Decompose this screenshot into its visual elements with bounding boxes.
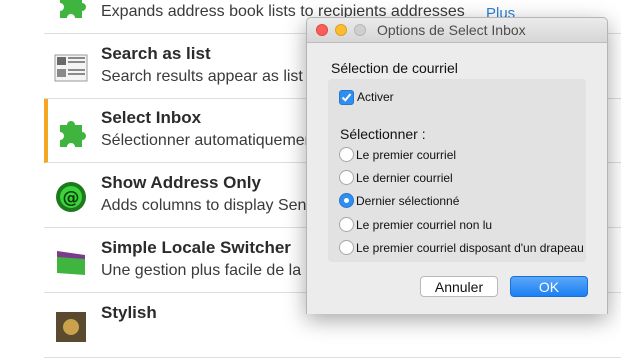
addon-name: Select Inbox bbox=[101, 108, 202, 127]
green-globe-icon: @ bbox=[54, 180, 88, 214]
list-view-icon bbox=[54, 51, 88, 85]
addon-description: Sélectionner automatiquement bbox=[101, 132, 319, 149]
radio-first-flagged[interactable] bbox=[339, 240, 354, 255]
stylish-icon bbox=[54, 310, 88, 344]
addon-name: Simple Locale Switcher bbox=[101, 238, 291, 257]
radio-last-selected[interactable] bbox=[339, 193, 354, 208]
addon-name: Search as list bbox=[101, 44, 211, 63]
radio-first-unread[interactable] bbox=[339, 217, 354, 232]
options-dialog: Options de Select Inbox Sélection de cou… bbox=[306, 17, 608, 314]
activate-label: Activer bbox=[357, 90, 394, 104]
group-label: Sélection de courriel bbox=[331, 60, 458, 76]
dialog-titlebar[interactable]: Options de Select Inbox bbox=[307, 18, 607, 43]
checkmark-icon bbox=[341, 93, 352, 102]
activate-checkbox[interactable] bbox=[339, 90, 354, 105]
radio-last-email[interactable] bbox=[339, 170, 354, 185]
radio-label: Le premier courriel bbox=[356, 148, 457, 162]
addon-name: Show Address Only bbox=[101, 173, 261, 192]
radio-label: Dernier sélectionné bbox=[356, 194, 460, 208]
dialog-title: Options de Select Inbox bbox=[377, 22, 526, 38]
ok-button[interactable]: OK bbox=[510, 276, 588, 297]
cancel-button[interactable]: Annuler bbox=[420, 276, 498, 297]
radio-label: Le premier courriel disposant d'un drape… bbox=[356, 241, 584, 255]
locale-flag-icon bbox=[54, 245, 88, 279]
svg-text:@: @ bbox=[63, 188, 80, 208]
radio-label: Le premier courriel non lu bbox=[356, 218, 493, 232]
select-label: Sélectionner : bbox=[340, 126, 426, 142]
puzzle-icon bbox=[54, 0, 88, 20]
addon-description: Adds columns to display Sender bbox=[101, 197, 330, 214]
close-window-icon[interactable] bbox=[316, 24, 328, 36]
addon-description: Search results appear as list bbox=[101, 68, 303, 85]
zoom-window-icon bbox=[354, 24, 366, 36]
radio-first-email[interactable] bbox=[339, 147, 354, 162]
addon-description: Une gestion plus facile de la l bbox=[101, 262, 310, 279]
addon-name: Stylish bbox=[101, 303, 157, 322]
minimize-window-icon[interactable] bbox=[335, 24, 347, 36]
puzzle-icon bbox=[54, 115, 88, 149]
radio-label: Le dernier courriel bbox=[356, 171, 453, 185]
